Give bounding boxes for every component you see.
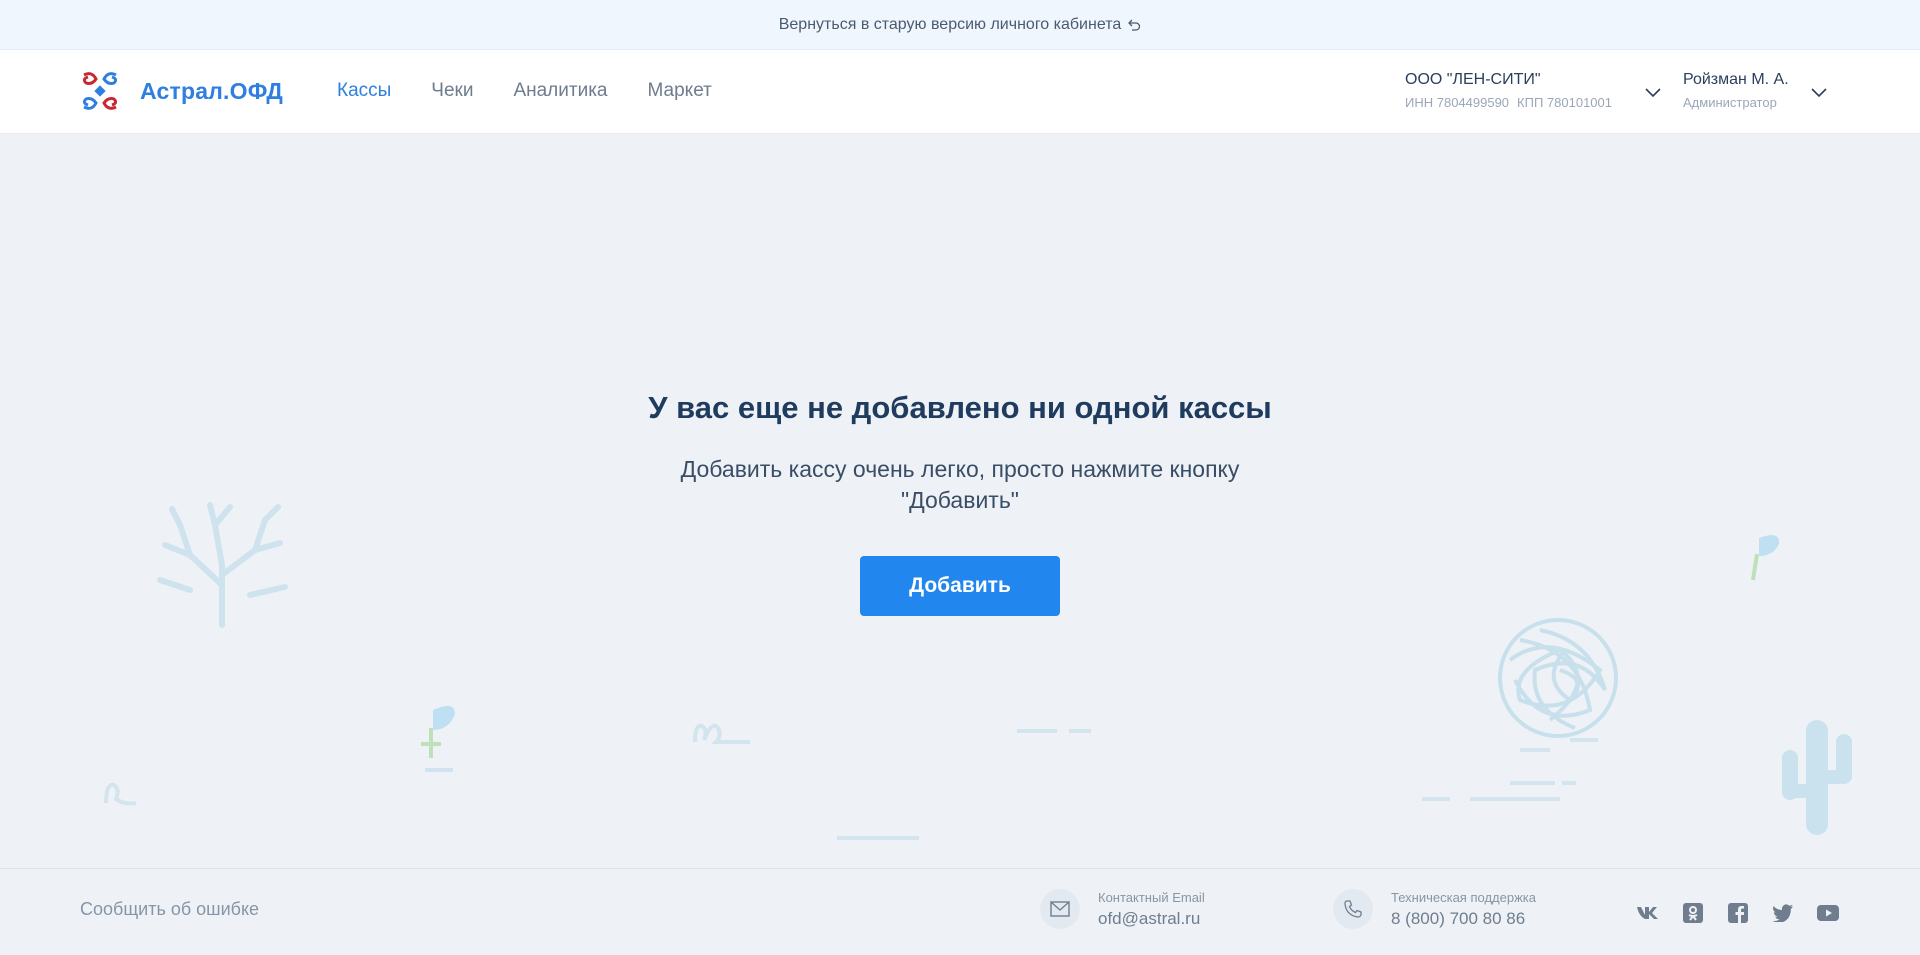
phone-icon [1333,889,1373,929]
empty-state-title: У вас еще не добавлено ни одной кассы [648,390,1272,425]
chevron-down-icon[interactable] [1645,85,1661,103]
dash-illustration-icon [1422,781,1576,801]
return-icon[interactable] [1127,18,1141,32]
chevron-down-icon[interactable] [1811,85,1827,103]
twitter-icon[interactable] [1770,902,1795,924]
cactus-illustration-icon [1782,720,1852,835]
org-kpp: КПП 780101001 [1517,95,1612,110]
report-error-link[interactable]: Сообщить об ошибке [80,899,259,920]
sprout-illustration-icon [421,705,455,772]
nav-item-kassy[interactable]: Кассы [337,80,391,102]
nav-item-analitika[interactable]: Аналитика [513,80,607,102]
org-inn: ИНН 7804499590 [1405,95,1510,110]
youtube-icon[interactable] [1815,902,1840,924]
empty-state: У вас еще не добавлено ни одной кассы До… [560,390,1360,616]
email-label: Контактный Email [1098,889,1205,905]
contact-email: Контактный Email ofd@astral.ru [1040,889,1205,929]
grass-illustration-icon [104,782,137,806]
empty-state-description: Добавить кассу очень легко, просто нажми… [680,456,1240,513]
dash-illustration-icon [1017,729,1091,733]
organization-selector[interactable]: ООО "ЛЕН-СИТИ" ИНН 7804499590 КПП 7801010… [1405,71,1663,110]
org-name: ООО "ЛЕН-СИТИ" [1405,71,1541,88]
coral-illustration-icon [157,502,288,628]
support-label: Техническая поддержка [1391,889,1536,905]
app-header: Астрал.ОФД Кассы Чеки Аналитика Маркет О… [0,50,1920,134]
user-menu[interactable]: Ройзман М. А. Администратор [1683,71,1833,110]
sprout-illustration-icon [1751,535,1780,581]
astral-logo-icon [80,71,120,111]
org-details: ИНН 7804499590 КПП 780101001 [1405,95,1663,110]
social-links [1635,902,1840,924]
mail-icon [1040,889,1080,929]
vk-icon[interactable] [1635,902,1660,924]
email-link[interactable]: ofd@astral.ru [1098,909,1205,929]
nav-item-cheki[interactable]: Чеки [431,80,473,102]
tech-support: Техническая поддержка 8 (800) 700 80 86 [1333,889,1536,929]
main-nav: Кассы Чеки Аналитика Маркет [337,80,712,102]
facebook-icon[interactable] [1725,902,1750,924]
nav-item-market[interactable]: Маркет [648,80,712,102]
tumbleweed-illustration-icon [1498,618,1618,752]
logo-text: Астрал.ОФД [140,77,283,104]
odnoklassniki-icon[interactable] [1680,902,1705,924]
support-phone[interactable]: 8 (800) 700 80 86 [1391,909,1536,929]
old-version-link[interactable]: Вернуться в старую версию личного кабине… [779,16,1122,34]
add-kassa-button[interactable]: Добавить [860,556,1060,616]
dash-illustration-icon [837,836,919,840]
wave-illustration-icon [693,723,750,744]
logo[interactable]: Астрал.ОФД [80,71,283,111]
footer: Сообщить об ошибке Контактный Email ofd@… [0,868,1920,955]
old-version-banner: Вернуться в старую версию личного кабине… [0,0,1920,50]
